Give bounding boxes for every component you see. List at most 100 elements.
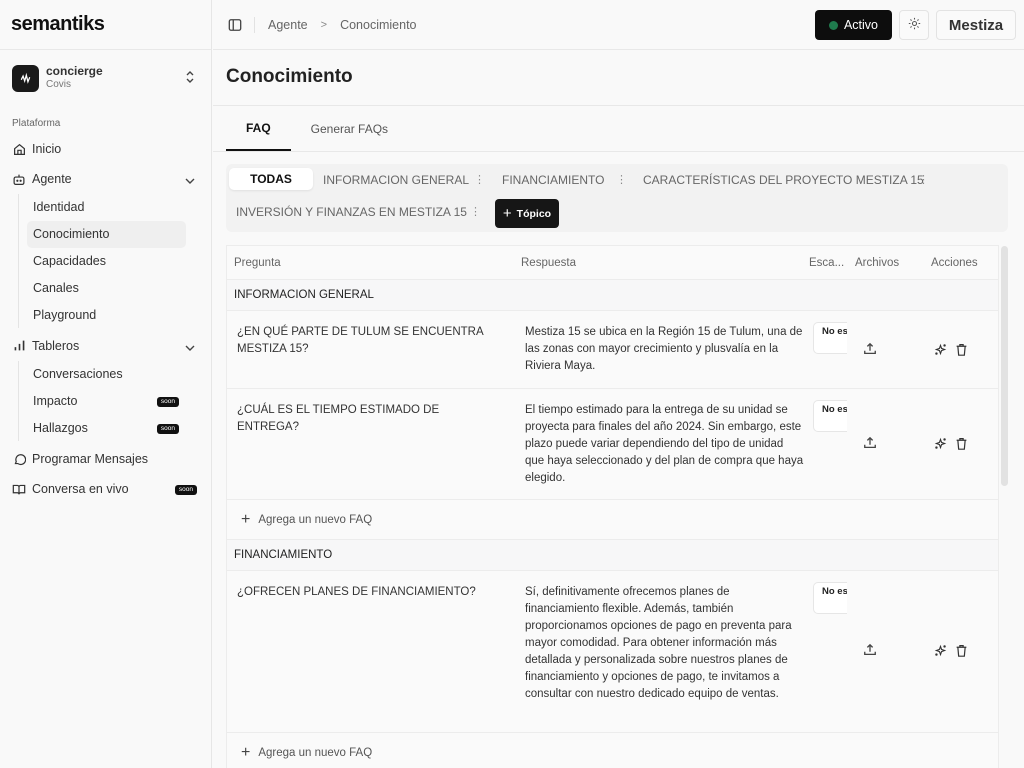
sidebar-item-capacidades[interactable]: Capacidades <box>27 248 186 275</box>
brand-logo[interactable]: semantiks <box>0 0 211 50</box>
sparkle-icon[interactable] <box>934 644 947 657</box>
faq-answer: Mestiza 15 se ubica en la Región 15 de T… <box>525 326 803 372</box>
upload-icon[interactable] <box>863 436 877 450</box>
org-name: concierge <box>46 64 103 78</box>
table-row[interactable]: ¿EN QUÉ PARTE DE TULUM SE ENCUENTRA MEST… <box>227 311 998 389</box>
divider <box>254 16 255 33</box>
tab-faq[interactable]: FAQ <box>226 106 291 151</box>
add-faq-label: Agrega un nuevo FAQ <box>258 513 373 526</box>
sidebar-item-label: Impacto <box>33 394 78 409</box>
tab-generar-faqs[interactable]: Generar FAQs <box>291 106 408 151</box>
breadcrumb: Agente > Conocimiento <box>268 18 417 32</box>
sidebar-item-conversa-en-vivo[interactable]: Conversa en vivo soon <box>0 474 211 504</box>
add-faq-label: Agrega un nuevo FAQ <box>258 746 373 759</box>
faq-question: ¿OFRECEN PLANES DE FINANCIAMIENTO? <box>237 586 476 598</box>
more-vertical-icon[interactable]: ⋮ <box>474 173 485 186</box>
column-header-escalacion: Esca... <box>809 257 845 269</box>
divider <box>213 151 1024 152</box>
sidebar-item-hallazgos[interactable]: Hallazgos soon <box>27 415 186 442</box>
escalation-value: No escal <box>822 326 847 337</box>
faq-answer: El tiempo estimado para la entrega de su… <box>525 404 804 484</box>
sidebar-item-label: Conversaciones <box>33 367 123 382</box>
page-title: Conocimiento <box>226 66 353 87</box>
agente-submenu: Identidad Conocimiento Capacidades Canal… <box>18 194 211 328</box>
top-bar: Agente > Conocimiento Activo Mestiza <box>213 0 1024 50</box>
escalation-value: No escal <box>822 586 847 597</box>
sidebar-item-agente[interactable]: Agente <box>0 164 211 194</box>
status-dot-icon <box>828 20 838 30</box>
org-subtitle: Covis <box>46 79 72 90</box>
table-row[interactable]: ¿OFRECEN PLANES DE FINANCIAMIENTO? Sí, d… <box>227 571 998 733</box>
plus-icon: + <box>241 510 251 528</box>
upload-icon[interactable] <box>863 643 877 657</box>
sidebar-item-programar-mensajes[interactable]: Programar Mensajes <box>0 444 211 474</box>
table-scrollbar[interactable] <box>1001 246 1008 486</box>
theme-toggle-button[interactable] <box>899 10 929 40</box>
sidebar-item-identidad[interactable]: Identidad <box>27 194 186 221</box>
sidebar-item-inicio[interactable]: Inicio <box>0 134 211 164</box>
topic-todas[interactable]: TODAS <box>229 168 313 190</box>
chevrons-up-down-icon[interactable] <box>185 70 195 87</box>
sidebar: semantiks concierge Covis Plataforma Ini… <box>0 0 212 768</box>
status-button[interactable]: Activo <box>815 10 892 40</box>
bot-icon <box>12 172 26 186</box>
add-topic-label: Tópico <box>516 207 552 220</box>
column-header-acciones: Acciones <box>931 257 978 269</box>
topic-filter-bar: TODAS INFORMACION GENERAL ⋮ FINANCIAMIEN… <box>226 164 1008 232</box>
sun-icon <box>908 17 921 33</box>
message-circle-icon <box>12 452 26 466</box>
tableros-submenu: Conversaciones Impacto soon Hallazgos soon <box>18 360 211 442</box>
sidebar-item-conversaciones[interactable]: Conversaciones <box>27 361 186 388</box>
breadcrumb-agente[interactable]: Agente <box>268 18 308 32</box>
sidebar-item-label: Programar Mensajes <box>32 452 149 467</box>
trash-icon[interactable] <box>955 437 968 450</box>
escalation-select[interactable]: No escal <box>813 400 847 432</box>
topic-financiamiento[interactable]: FINANCIAMIENTO <box>502 169 604 191</box>
book-open-icon <box>12 482 26 496</box>
sidebar-item-tableros[interactable]: Tableros <box>0 331 211 361</box>
chevron-down-icon[interactable] <box>185 173 195 187</box>
sidebar-item-playground[interactable]: Playground <box>27 301 186 328</box>
project-selector-button[interactable]: Mestiza <box>936 10 1016 40</box>
topic-inversion[interactable]: INVERSIÓN Y FINANZAS EN MESTIZA 15 <box>236 201 467 223</box>
group-header: INFORMACION GENERAL <box>227 280 998 311</box>
faq-question: ¿CUÁL ES EL TIEMPO ESTIMADO DE ENTREGA? <box>237 404 440 433</box>
add-faq-button[interactable]: + Agrega un nuevo FAQ <box>227 733 998 768</box>
chevron-right-icon: > <box>320 18 328 31</box>
status-label: Activo <box>843 18 879 32</box>
escalation-select[interactable]: No escal <box>813 322 847 354</box>
trash-icon[interactable] <box>955 343 968 356</box>
sidebar-item-canales[interactable]: Canales <box>27 274 186 301</box>
org-switcher[interactable]: concierge Covis <box>0 50 211 106</box>
bar-chart-icon <box>12 339 26 353</box>
more-vertical-icon[interactable]: ⋮ <box>470 205 481 218</box>
sparkle-icon[interactable] <box>934 437 947 450</box>
more-vertical-icon[interactable]: ⋮ <box>918 173 929 186</box>
table-row[interactable]: ¿CUÁL ES EL TIEMPO ESTIMADO DE ENTREGA? … <box>227 389 998 500</box>
escalation-select[interactable]: No escal <box>813 582 847 614</box>
sidebar-item-conocimiento[interactable]: Conocimiento <box>27 220 186 248</box>
add-faq-button[interactable]: + Agrega un nuevo FAQ <box>227 500 998 540</box>
soon-badge: soon <box>156 396 179 407</box>
tabs: FAQ Generar FAQs <box>226 106 408 151</box>
trash-icon[interactable] <box>955 644 968 657</box>
more-vertical-icon[interactable]: ⋮ <box>616 173 627 186</box>
group-header: FINANCIAMIENTO <box>227 540 998 571</box>
sparkle-icon[interactable] <box>934 343 947 356</box>
column-header-pregunta: Pregunta <box>234 257 281 269</box>
sidebar-item-label: Tableros <box>32 338 80 353</box>
breadcrumb-conocimiento: Conocimiento <box>340 17 417 32</box>
faq-question: ¿EN QUÉ PARTE DE TULUM SE ENCUENTRA MEST… <box>237 326 484 355</box>
sidebar-toggle-icon[interactable] <box>228 18 242 32</box>
topic-informacion-general[interactable]: INFORMACION GENERAL <box>323 169 469 191</box>
escalation-value: No escal <box>822 404 847 415</box>
plus-icon: + <box>241 743 251 761</box>
chevron-down-icon[interactable] <box>185 340 195 354</box>
upload-icon[interactable] <box>863 342 877 356</box>
home-icon <box>12 142 26 156</box>
topic-caracteristicas[interactable]: CARACTERÍSTICAS DEL PROYECTO MESTIZA 15 <box>643 169 924 191</box>
sidebar-item-label: Hallazgos <box>33 420 88 435</box>
column-header-respuesta: Respuesta <box>521 257 576 269</box>
add-topic-button[interactable]: + Tópico <box>495 199 559 228</box>
sidebar-item-impacto[interactable]: Impacto soon <box>27 388 186 415</box>
